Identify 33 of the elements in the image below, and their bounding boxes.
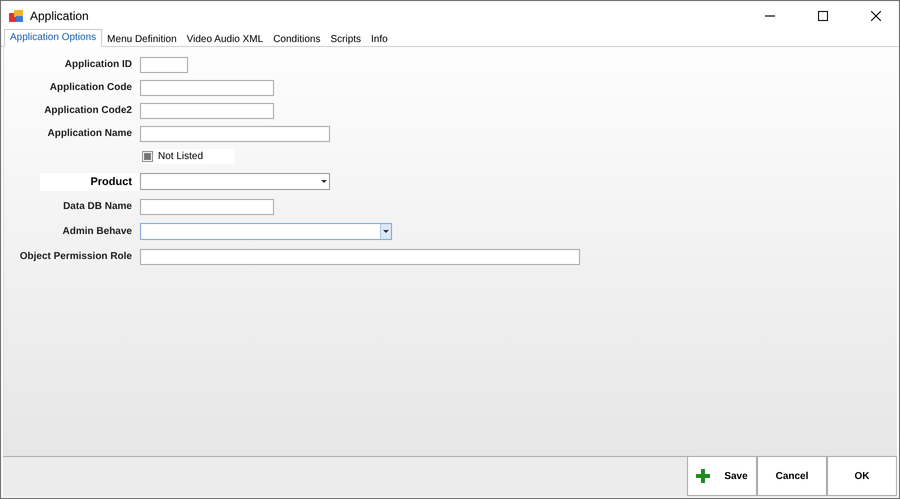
window-title: Application [30,8,90,22]
app-icon [9,10,23,22]
tab[interactable]: Application Options [4,29,102,47]
input-field[interactable] [140,126,330,142]
dialog-button[interactable]: OK [827,457,897,496]
input-field[interactable] [140,56,188,72]
field-label: Application ID [64,59,133,70]
plus-icon [696,469,710,483]
input-field[interactable] [140,80,274,96]
tab[interactable]: Scripts [325,32,366,47]
field-label: Application Code [48,82,133,93]
caret-icon [321,180,327,184]
field-label: Product [40,172,140,190]
tab[interactable]: Video Audio XML [182,32,268,47]
field-label: Admin Behave [62,226,133,237]
input-field[interactable] [140,198,274,214]
dropdown-field[interactable] [140,173,330,190]
not-listed-checkbox[interactable]: Not Listed [141,149,236,164]
field-label: Object Permission Role [18,251,133,262]
close-icon [871,10,881,20]
field-label: Application Code2 [43,105,133,116]
tab[interactable]: Info [366,32,393,47]
maximize-icon [818,10,828,20]
caret-icon [383,230,389,234]
field-label: Application Name [46,128,133,139]
dialog-button[interactable]: Cancel [757,457,827,496]
dropdown-field[interactable] [140,223,392,240]
tab[interactable]: Conditions [268,32,326,47]
tab[interactable]: Menu Definition [102,32,182,47]
input-field[interactable] [140,248,580,264]
input-field[interactable] [140,102,274,118]
save-button[interactable]: Save [687,457,757,496]
field-label: Data DB Name [62,201,133,212]
